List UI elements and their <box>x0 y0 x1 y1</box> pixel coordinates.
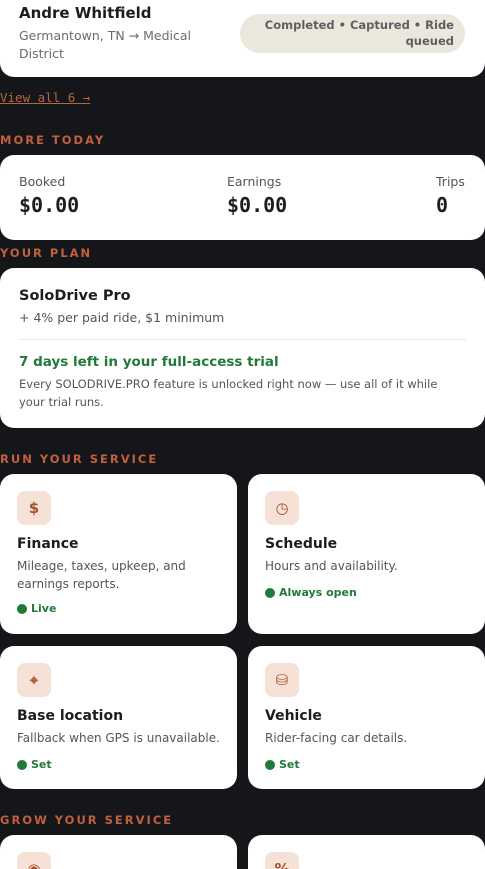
status-badge: Set <box>265 758 300 771</box>
tile-description: Rider-facing car details. <box>265 731 408 745</box>
status-dot <box>265 759 275 770</box>
status-dot <box>17 759 27 770</box>
tile-title: Vehicle <box>265 708 322 724</box>
tile-description: Fallback when GPS is unavailable. <box>17 731 220 745</box>
recent-ride-card[interactable]: Andre Whitfield Germantown, TN → Medical… <box>0 0 485 77</box>
target-icon: ◉ <box>17 852 51 869</box>
status-badge: Always open <box>265 586 357 599</box>
divider <box>19 339 466 340</box>
tile-description: Hours and availability. <box>265 559 398 573</box>
status-label: Set <box>279 758 300 771</box>
ride-status-badge: Completed • Captured • Ride queued <box>240 14 465 53</box>
stat-value: $0.00 <box>227 193 288 217</box>
status-badge: Set <box>17 758 52 771</box>
schedule-tile[interactable]: ◷ Schedule Hours and availability. Alway… <box>248 474 485 634</box>
base-location-tile[interactable]: ⌖ Base location Fallback when GPS is una… <box>0 646 237 789</box>
dollar-icon: $ <box>17 491 51 525</box>
rider-name: Andre Whitfield <box>19 4 152 22</box>
status-dot <box>265 587 275 598</box>
status-label: Always open <box>279 586 357 599</box>
crosshair-icon: ⌖ <box>17 663 51 697</box>
today-stats-card: Booked $0.00 Earnings $0.00 Trips 0 <box>0 155 485 240</box>
vehicle-tile[interactable]: ⛁ Vehicle Rider-facing car details. Set <box>248 646 485 789</box>
plan-card[interactable]: SoloDrive Pro + 4% per paid ride, $1 min… <box>0 268 485 428</box>
car-icon: ⛁ <box>265 663 299 697</box>
status-label: Live <box>31 602 57 615</box>
trial-description: Every SOLODRIVE.PRO feature is unlocked … <box>19 377 438 409</box>
stat-label: Trips <box>436 174 465 189</box>
tile-title: Base location <box>17 708 124 724</box>
your-plan-heading: YOUR PLAN <box>0 246 93 260</box>
grow-tile-2[interactable]: % <box>248 835 485 869</box>
percent-icon: % <box>265 852 299 869</box>
tile-description: Mileage, taxes, upkeep, and earnings rep… <box>17 559 186 591</box>
ride-route: Germantown, TN → Medical District <box>19 28 191 61</box>
stat-booked: Booked $0.00 <box>19 174 79 217</box>
status-label: Set <box>31 758 52 771</box>
tile-title: Schedule <box>265 536 338 552</box>
view-all-rides-link[interactable]: View all 6 → <box>0 90 90 105</box>
clock-icon: ◷ <box>265 491 299 525</box>
plan-name: SoloDrive Pro <box>19 288 131 304</box>
stat-value: $0.00 <box>19 193 80 217</box>
stat-label: Earnings <box>227 174 282 189</box>
grow-tile-1[interactable]: ◉ <box>0 835 237 869</box>
stat-label: Booked <box>19 174 66 189</box>
status-badge: Live <box>17 602 56 615</box>
status-dot <box>17 603 27 614</box>
plan-price: + 4% per paid ride, $1 minimum <box>19 310 225 325</box>
tile-title: Finance <box>17 536 79 552</box>
stat-value: 0 <box>436 193 449 217</box>
finance-tile[interactable]: $ Finance Mileage, taxes, upkeep, and ea… <box>0 474 237 634</box>
stat-earnings: Earnings $0.00 <box>227 174 287 217</box>
stat-trips: Trips 0 <box>436 174 465 217</box>
grow-service-heading: GROW YOUR SERVICE <box>0 813 174 827</box>
run-service-heading: RUN YOUR SERVICE <box>0 452 159 466</box>
more-today-heading: MORE TODAY <box>0 133 106 147</box>
trial-title: 7 days left in your full-access trial <box>19 354 279 370</box>
